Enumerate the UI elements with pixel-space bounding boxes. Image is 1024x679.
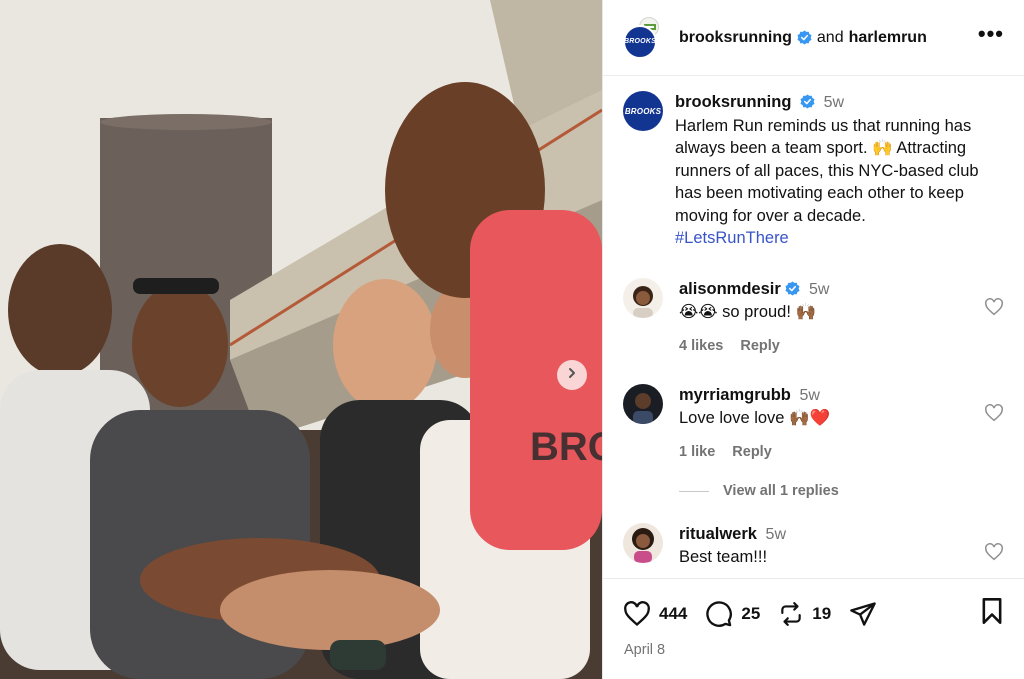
- bookmark-icon: [980, 598, 1004, 629]
- chevron-right-icon: [566, 366, 578, 384]
- comment-age: 5w: [799, 387, 820, 404]
- comment-text: 😭😭 so proud! 🙌🏾: [679, 303, 817, 321]
- hashtag-link[interactable]: #LetsRunThere: [675, 229, 789, 247]
- caption-avatar[interactable]: BROOKS: [623, 91, 663, 131]
- reposts-count: 19: [812, 603, 832, 623]
- comments-count: 25: [741, 603, 761, 623]
- next-image-button[interactable]: [557, 360, 587, 390]
- comment-text: Love love love 🙌🏾❤️: [679, 409, 831, 427]
- comments-list[interactable]: BROOKS brooksrunning 5w Harlem Run remin…: [603, 77, 1024, 578]
- caption-age: 5w: [823, 94, 845, 111]
- commenter-avatar[interactable]: [623, 278, 663, 318]
- collaborator-username-link[interactable]: harlemrun: [849, 29, 927, 47]
- caption-username-link[interactable]: brooksrunning: [675, 93, 791, 111]
- share-button[interactable]: [849, 601, 877, 627]
- repost-icon: [778, 601, 804, 627]
- view-replies-label: View all 1 replies: [723, 483, 839, 499]
- post-photo: BRO: [0, 0, 602, 679]
- comment-item: ritualwerk 5w Best team!!!: [603, 523, 1024, 568]
- like-comment-heart-icon[interactable]: [984, 298, 1004, 321]
- reply-button[interactable]: Reply: [732, 441, 772, 463]
- comment-age: 5w: [808, 281, 830, 298]
- comment-icon: [705, 600, 733, 628]
- caption-text: Harlem Run reminds us that running has a…: [675, 116, 979, 225]
- post-caption: BROOKS brooksrunning 5w Harlem Run remin…: [603, 77, 1024, 250]
- header-joiner: and: [816, 28, 844, 46]
- verified-badge-icon: [800, 94, 815, 109]
- comment-username-link[interactable]: alisonmdesir: [679, 280, 781, 298]
- save-button[interactable]: [980, 597, 1004, 630]
- comment-item: myrriamgrubb 5w Love love love 🙌🏾❤️ 1 li…: [603, 384, 1024, 463]
- post-header: BROOKS brooksrunning and harlemrun •••: [603, 0, 1024, 76]
- collab-avatars[interactable]: BROOKS: [623, 16, 659, 59]
- like-comment-heart-icon[interactable]: [984, 404, 1004, 427]
- like-comment-heart-icon[interactable]: [984, 543, 1004, 566]
- more-options-button[interactable]: •••: [977, 20, 1004, 53]
- verified-badge-icon: [785, 281, 800, 296]
- comment-age: 5w: [765, 526, 786, 543]
- svg-text:BRO: BRO: [530, 425, 602, 469]
- comment-username-link[interactable]: myrriamgrubb: [679, 386, 791, 404]
- commenter-avatar[interactable]: [623, 523, 663, 563]
- likes-count: 444: [659, 603, 688, 623]
- comment-item: alisonmdesir 5w 😭😭 so proud! 🙌🏾 4 likes …: [603, 278, 1024, 357]
- action-bar: 444 25 19: [603, 579, 1024, 630]
- view-replies-button[interactable]: View all 1 replies: [679, 483, 839, 499]
- paper-plane-icon: [849, 601, 877, 627]
- repost-button[interactable]: 19: [778, 601, 831, 627]
- comment-likes-link[interactable]: 1 like: [679, 441, 715, 463]
- post-actions-footer: 444 25 19 April 8: [603, 578, 1024, 679]
- team-huddle-photo: BRO: [0, 0, 602, 679]
- replies-divider: [679, 490, 709, 492]
- header-usernames: brooksrunning and harlemrun: [679, 29, 978, 47]
- post-detail-panel: BROOKS brooksrunning and harlemrun ••• B…: [602, 0, 1024, 679]
- reply-button[interactable]: Reply: [740, 335, 780, 357]
- more-horizontal-icon: •••: [977, 20, 1004, 46]
- brooks-avatar[interactable]: BROOKS: [623, 24, 657, 59]
- verified-badge-icon: [797, 30, 812, 45]
- comment-text: Best team!!!: [679, 548, 768, 566]
- heart-icon: [623, 600, 651, 627]
- comment-button[interactable]: 25: [705, 600, 760, 628]
- header-username-link[interactable]: brooksrunning: [679, 29, 792, 47]
- post-date[interactable]: April 8: [603, 630, 1024, 658]
- like-button[interactable]: 444: [623, 600, 688, 627]
- comment-username-link[interactable]: ritualwerk: [679, 525, 757, 543]
- comment-likes-link[interactable]: 4 likes: [679, 335, 723, 357]
- commenter-avatar[interactable]: [623, 384, 663, 424]
